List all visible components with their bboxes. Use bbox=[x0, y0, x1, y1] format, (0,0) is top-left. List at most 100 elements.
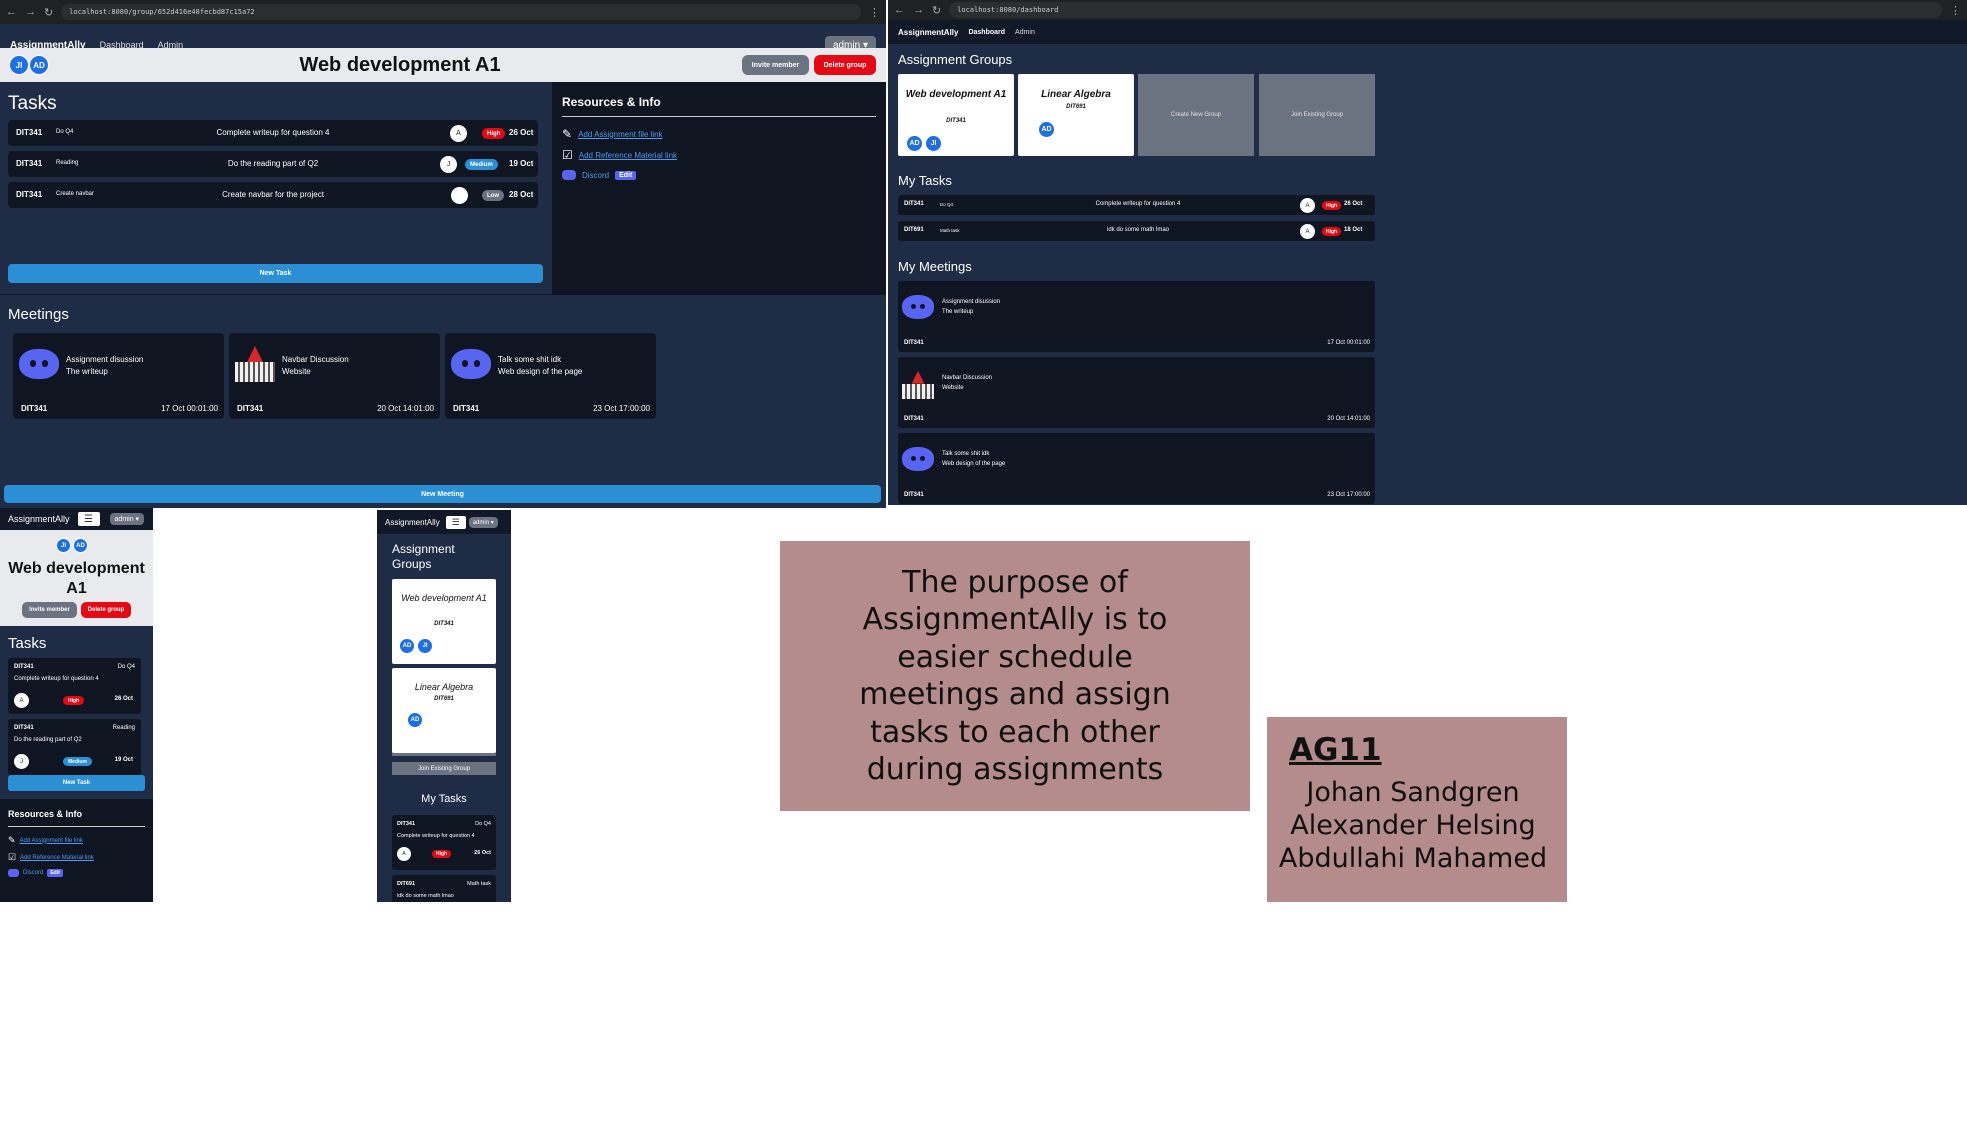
assignee-avatar[interactable]: A bbox=[397, 847, 411, 861]
task-course: DIT341 bbox=[16, 190, 43, 199]
task-row[interactable]: DIT341 Reading Do the reading part of Q2 J M… bbox=[8, 719, 141, 775]
member-name: Alexander Helsing bbox=[1290, 810, 1536, 841]
admin-label: admin bbox=[114, 516, 134, 523]
join-group-button[interactable]: Join Existing Group bbox=[392, 762, 496, 775]
task-course: DIT341 bbox=[16, 128, 43, 137]
edit-file-icon: ✎ bbox=[8, 835, 16, 845]
meeting-card[interactable]: Assignment disussion The writeup DIT341 17 … bbox=[898, 281, 1375, 352]
task-row[interactable]: DIT691 Math task idk do some math lmao bbox=[392, 875, 496, 902]
delete-group-button[interactable]: Delete group bbox=[81, 602, 131, 618]
task-date: 26 Oct bbox=[114, 696, 133, 702]
group-card[interactable]: Web development A1 DIT341 AD JI bbox=[392, 579, 496, 664]
assignee-avatar[interactable]: J bbox=[440, 156, 457, 173]
back-icon[interactable]: ← bbox=[894, 4, 905, 16]
forward-icon[interactable]: → bbox=[25, 6, 36, 18]
avatar[interactable]: JI bbox=[56, 538, 71, 553]
nav-dashboard[interactable]: Dashboard bbox=[968, 29, 1005, 36]
reference-link[interactable]: Add Reference Material link bbox=[20, 855, 94, 861]
task-row[interactable]: DIT341 Do Q4 Complete writeup for question… bbox=[898, 195, 1375, 215]
url-text: localhost:8080/group/652d416e48fecbd87c1… bbox=[69, 8, 255, 16]
nav-admin[interactable]: Admin bbox=[1015, 29, 1035, 36]
meeting-date: 17 Oct 00:01:00 bbox=[161, 404, 218, 413]
assignee-avatar[interactable]: A bbox=[14, 693, 29, 708]
task-course: DIT341 bbox=[16, 159, 43, 168]
create-group-button[interactable]: Create New Group bbox=[1138, 74, 1254, 156]
admin-dropdown[interactable]: admin ▾ bbox=[109, 513, 145, 525]
avatar[interactable]: AD bbox=[407, 712, 423, 728]
task-row[interactable]: DIT691 Math task idk do some math lmao A Hig… bbox=[898, 221, 1375, 241]
menu-icon[interactable]: ⋮ bbox=[1950, 4, 1961, 17]
brand-logo[interactable]: AssignmentAlly bbox=[898, 28, 958, 37]
address-bar[interactable]: localhost:8080/dashboard bbox=[949, 2, 1942, 18]
avatar[interactable]: JI bbox=[925, 135, 942, 152]
delete-group-button[interactable]: Delete group bbox=[814, 55, 876, 75]
discord-eye bbox=[461, 360, 469, 367]
my-meetings-heading: My Meetings bbox=[898, 259, 972, 274]
building-roof bbox=[247, 346, 263, 363]
forward-icon[interactable]: → bbox=[913, 4, 924, 16]
avatar[interactable]: AD bbox=[906, 135, 923, 152]
group-card[interactable]: Web development A1 DIT341 AD JI bbox=[898, 74, 1014, 156]
task-date: 19 Oct bbox=[509, 159, 534, 168]
admin-label: admin bbox=[472, 519, 490, 526]
avatar[interactable]: JI bbox=[417, 638, 433, 654]
hamburger-menu-icon[interactable]: ☰ bbox=[445, 515, 466, 529]
assignment-link[interactable]: Add Assignment file link bbox=[578, 130, 663, 139]
new-task-button[interactable]: New Task bbox=[8, 775, 145, 791]
new-task-button[interactable]: New Task bbox=[8, 264, 543, 283]
discord-icon bbox=[562, 170, 576, 180]
admin-dropdown[interactable]: admin ▾ bbox=[468, 516, 498, 528]
reload-icon[interactable]: ↻ bbox=[932, 4, 941, 17]
address-bar[interactable]: localhost:8080/group/652d416e48fecbd87c1… bbox=[61, 4, 861, 20]
task-course: DIT341 bbox=[14, 725, 34, 731]
discord-link[interactable]: Discord bbox=[23, 870, 43, 876]
menu-icon[interactable]: ⋮ bbox=[869, 6, 880, 19]
assignee-avatar[interactable] bbox=[451, 187, 468, 204]
brand-logo[interactable]: AssignmentAlly bbox=[8, 514, 70, 524]
group-header: JI AD Web development A1 Invite member D… bbox=[0, 530, 153, 626]
tasks-heading: Tasks bbox=[8, 635, 47, 652]
task-row[interactable]: DIT341 Do Q4 Complete writeup for question… bbox=[8, 120, 538, 146]
assignee-avatar[interactable]: A bbox=[450, 125, 467, 142]
resource-row: Discord Edit bbox=[8, 869, 63, 877]
invite-member-button[interactable]: Invite member bbox=[22, 602, 77, 618]
meeting-card[interactable]: Talk some shit idk Web design of the page… bbox=[898, 433, 1375, 504]
meeting-card[interactable]: Assignment disussion The writeup DIT341 17 … bbox=[13, 333, 224, 419]
edit-button[interactable]: Edit bbox=[615, 170, 637, 180]
reference-link[interactable]: Add Reference Material link bbox=[579, 151, 677, 160]
group-card[interactable]: Linear Algebra DIT691 AD bbox=[392, 668, 496, 753]
assignment-link[interactable]: Add Assignment file link bbox=[20, 838, 83, 844]
avatar[interactable]: AD bbox=[1038, 121, 1055, 138]
task-row[interactable]: DIT341 Create navbar Create navbar for the… bbox=[8, 182, 538, 208]
edit-square-icon: ☑ bbox=[8, 852, 17, 862]
join-group-button[interactable]: Join Existing Group bbox=[1259, 74, 1375, 156]
invite-member-button[interactable]: Invite member bbox=[742, 55, 809, 75]
back-icon[interactable]: ← bbox=[6, 6, 17, 18]
hamburger-menu-icon[interactable]: ☰ bbox=[77, 512, 100, 526]
meeting-card[interactable]: Navbar Discussion Website DIT341 20 Oct 14:… bbox=[229, 333, 440, 419]
group-card[interactable]: Linear Algebra DIT691 AD bbox=[1018, 74, 1134, 156]
assignee-avatar[interactable]: J bbox=[14, 754, 29, 769]
assignee-avatar[interactable]: A bbox=[1300, 224, 1315, 239]
assignee-avatar[interactable]: A bbox=[1300, 198, 1315, 213]
avatar[interactable]: AD bbox=[73, 538, 88, 553]
task-row[interactable]: DIT341 Do Q4 Complete writeup for question… bbox=[392, 815, 496, 870]
meeting-card[interactable]: Navbar Discussion Website DIT341 20 Oct 14:… bbox=[898, 357, 1375, 428]
brand-logo[interactable]: AssignmentAlly bbox=[385, 518, 440, 527]
new-meeting-button[interactable]: New Meeting bbox=[4, 485, 881, 503]
avatar[interactable]: AD bbox=[399, 638, 415, 654]
task-title: Do the reading part of Q2 bbox=[14, 737, 82, 743]
discord-link[interactable]: Discord bbox=[582, 171, 609, 180]
my-tasks-heading: My Tasks bbox=[421, 793, 467, 805]
task-short: Reading bbox=[112, 725, 135, 731]
task-row[interactable]: DIT341 Do Q4 Complete writeup for question… bbox=[8, 658, 141, 714]
resources-panel: Resources & Info ✎ Add Assignment file l… bbox=[0, 799, 153, 902]
purpose-box: The purpose of AssignmentAlly is to easi… bbox=[780, 541, 1250, 811]
tasks-heading: Tasks bbox=[8, 93, 57, 114]
meeting-card[interactable]: Talk some shit idk Web design of the page… bbox=[445, 333, 656, 419]
task-row[interactable]: DIT341 Reading Do the reading part of Q2 J M… bbox=[8, 151, 538, 177]
reload-icon[interactable]: ↻ bbox=[44, 6, 53, 19]
resource-row: Discord Edit bbox=[562, 170, 637, 180]
edit-button[interactable]: Edit bbox=[47, 869, 63, 877]
group-name: Web development A1 bbox=[905, 89, 1007, 100]
